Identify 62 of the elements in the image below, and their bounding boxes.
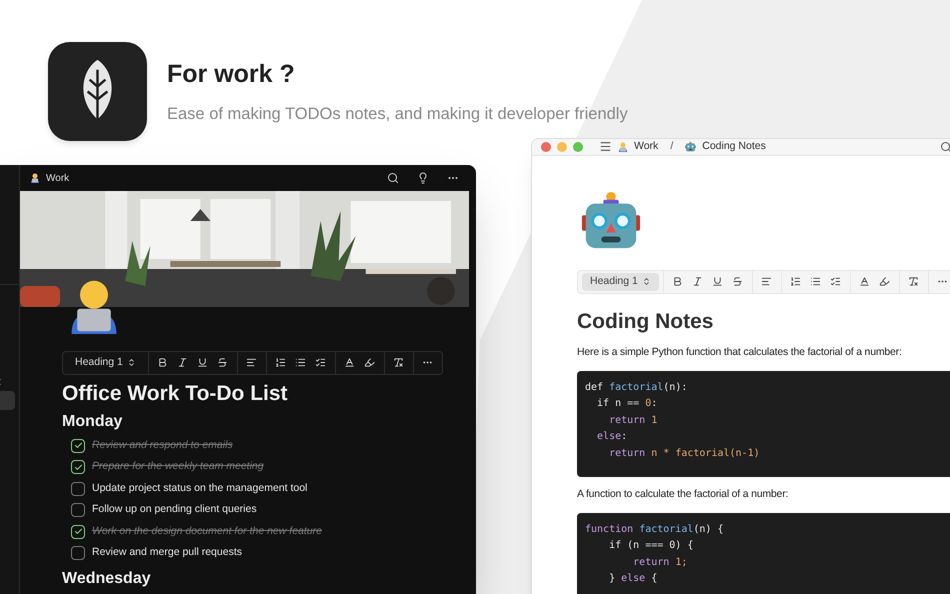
page-title: Office Work To-Do List xyxy=(62,380,289,407)
lightbulb-icon[interactable] xyxy=(417,172,429,184)
menu-icon[interactable] xyxy=(599,140,612,154)
code-block: function factorial(n) { if (n === 0) { return 1; } else { xyxy=(577,512,950,594)
checklist-icon[interactable] xyxy=(314,356,327,369)
check-icon xyxy=(74,462,82,472)
breadcrumb-link[interactable]: Coding Notes xyxy=(702,139,766,155)
person-icon xyxy=(618,142,628,152)
task-checkbox[interactable] xyxy=(71,546,85,560)
task-checkbox[interactable] xyxy=(71,503,85,518)
breadcrumb-separator: / xyxy=(670,139,674,154)
text-color-icon[interactable] xyxy=(344,356,356,369)
align-left-icon[interactable] xyxy=(760,276,773,288)
sort-icon xyxy=(642,277,651,286)
code-block: def factorial(n): if n == 0: return 1 else: return n * factorial(n-1) xyxy=(577,370,950,477)
task-text: Update project status on the management tool xyxy=(92,480,308,496)
section-heading: Monday xyxy=(62,412,124,431)
breadcrumb-link[interactable]: Work xyxy=(634,139,658,155)
checklist-icon[interactable] xyxy=(830,276,842,288)
task-checkbox[interactable] xyxy=(71,524,85,539)
close-window-button[interactable] xyxy=(541,142,551,152)
check-icon xyxy=(74,441,82,450)
numbered-list-icon[interactable] xyxy=(274,356,287,369)
task-text: Prepare for the weekly team meeting xyxy=(92,459,264,474)
align-left-icon[interactable] xyxy=(246,356,258,369)
highlight-icon[interactable] xyxy=(364,356,376,369)
numbered-list-icon[interactable] xyxy=(790,276,802,288)
breadcrumb-link[interactable]: Work xyxy=(46,170,70,186)
paragraph: Here is a simple Python function that calculates the factorial of a number: xyxy=(577,345,903,360)
clear-format-icon[interactable] xyxy=(908,276,920,288)
hero-subtitle: Ease of making TODOs notes, and making it developer friendly xyxy=(167,104,628,125)
task-text: Review and respond to emails xyxy=(92,438,233,453)
block-style-select[interactable]: Heading 1 xyxy=(67,354,144,372)
check-icon xyxy=(74,527,82,536)
task-text: Work on the design document for the new feature xyxy=(92,524,322,539)
app-icon xyxy=(48,42,147,141)
paragraph: A function to calculate the factorial of a number: xyxy=(577,486,790,502)
search-icon[interactable] xyxy=(940,140,950,153)
sort-icon xyxy=(126,358,136,368)
section-heading: Wednesday xyxy=(62,570,152,588)
person-icon xyxy=(30,173,40,183)
underline-icon[interactable] xyxy=(712,276,724,288)
bold-icon[interactable] xyxy=(156,356,169,369)
italic-icon[interactable] xyxy=(176,356,189,369)
hero-title: For work ? xyxy=(167,59,296,90)
strikethrough-icon[interactable] xyxy=(216,356,229,369)
task-checkbox[interactable] xyxy=(71,482,85,496)
block-style-select[interactable]: Heading 1 xyxy=(582,272,659,291)
highlight-icon[interactable] xyxy=(878,276,891,288)
italic-icon[interactable] xyxy=(692,276,704,288)
task-checkbox[interactable] xyxy=(71,438,85,453)
task-checkbox[interactable] xyxy=(71,460,85,474)
search-icon[interactable] xyxy=(387,172,399,184)
page-title: Coding Notes xyxy=(577,308,714,335)
underline-icon[interactable] xyxy=(196,356,209,369)
robot-icon xyxy=(685,141,696,152)
task-text: Follow up on pending client queries xyxy=(92,502,257,518)
task-text: Review and merge pull requests xyxy=(92,545,242,560)
text-color-icon[interactable] xyxy=(858,276,871,288)
bold-icon[interactable] xyxy=(672,276,684,288)
clear-format-icon[interactable] xyxy=(392,356,405,369)
strikethrough-icon[interactable] xyxy=(732,276,744,288)
